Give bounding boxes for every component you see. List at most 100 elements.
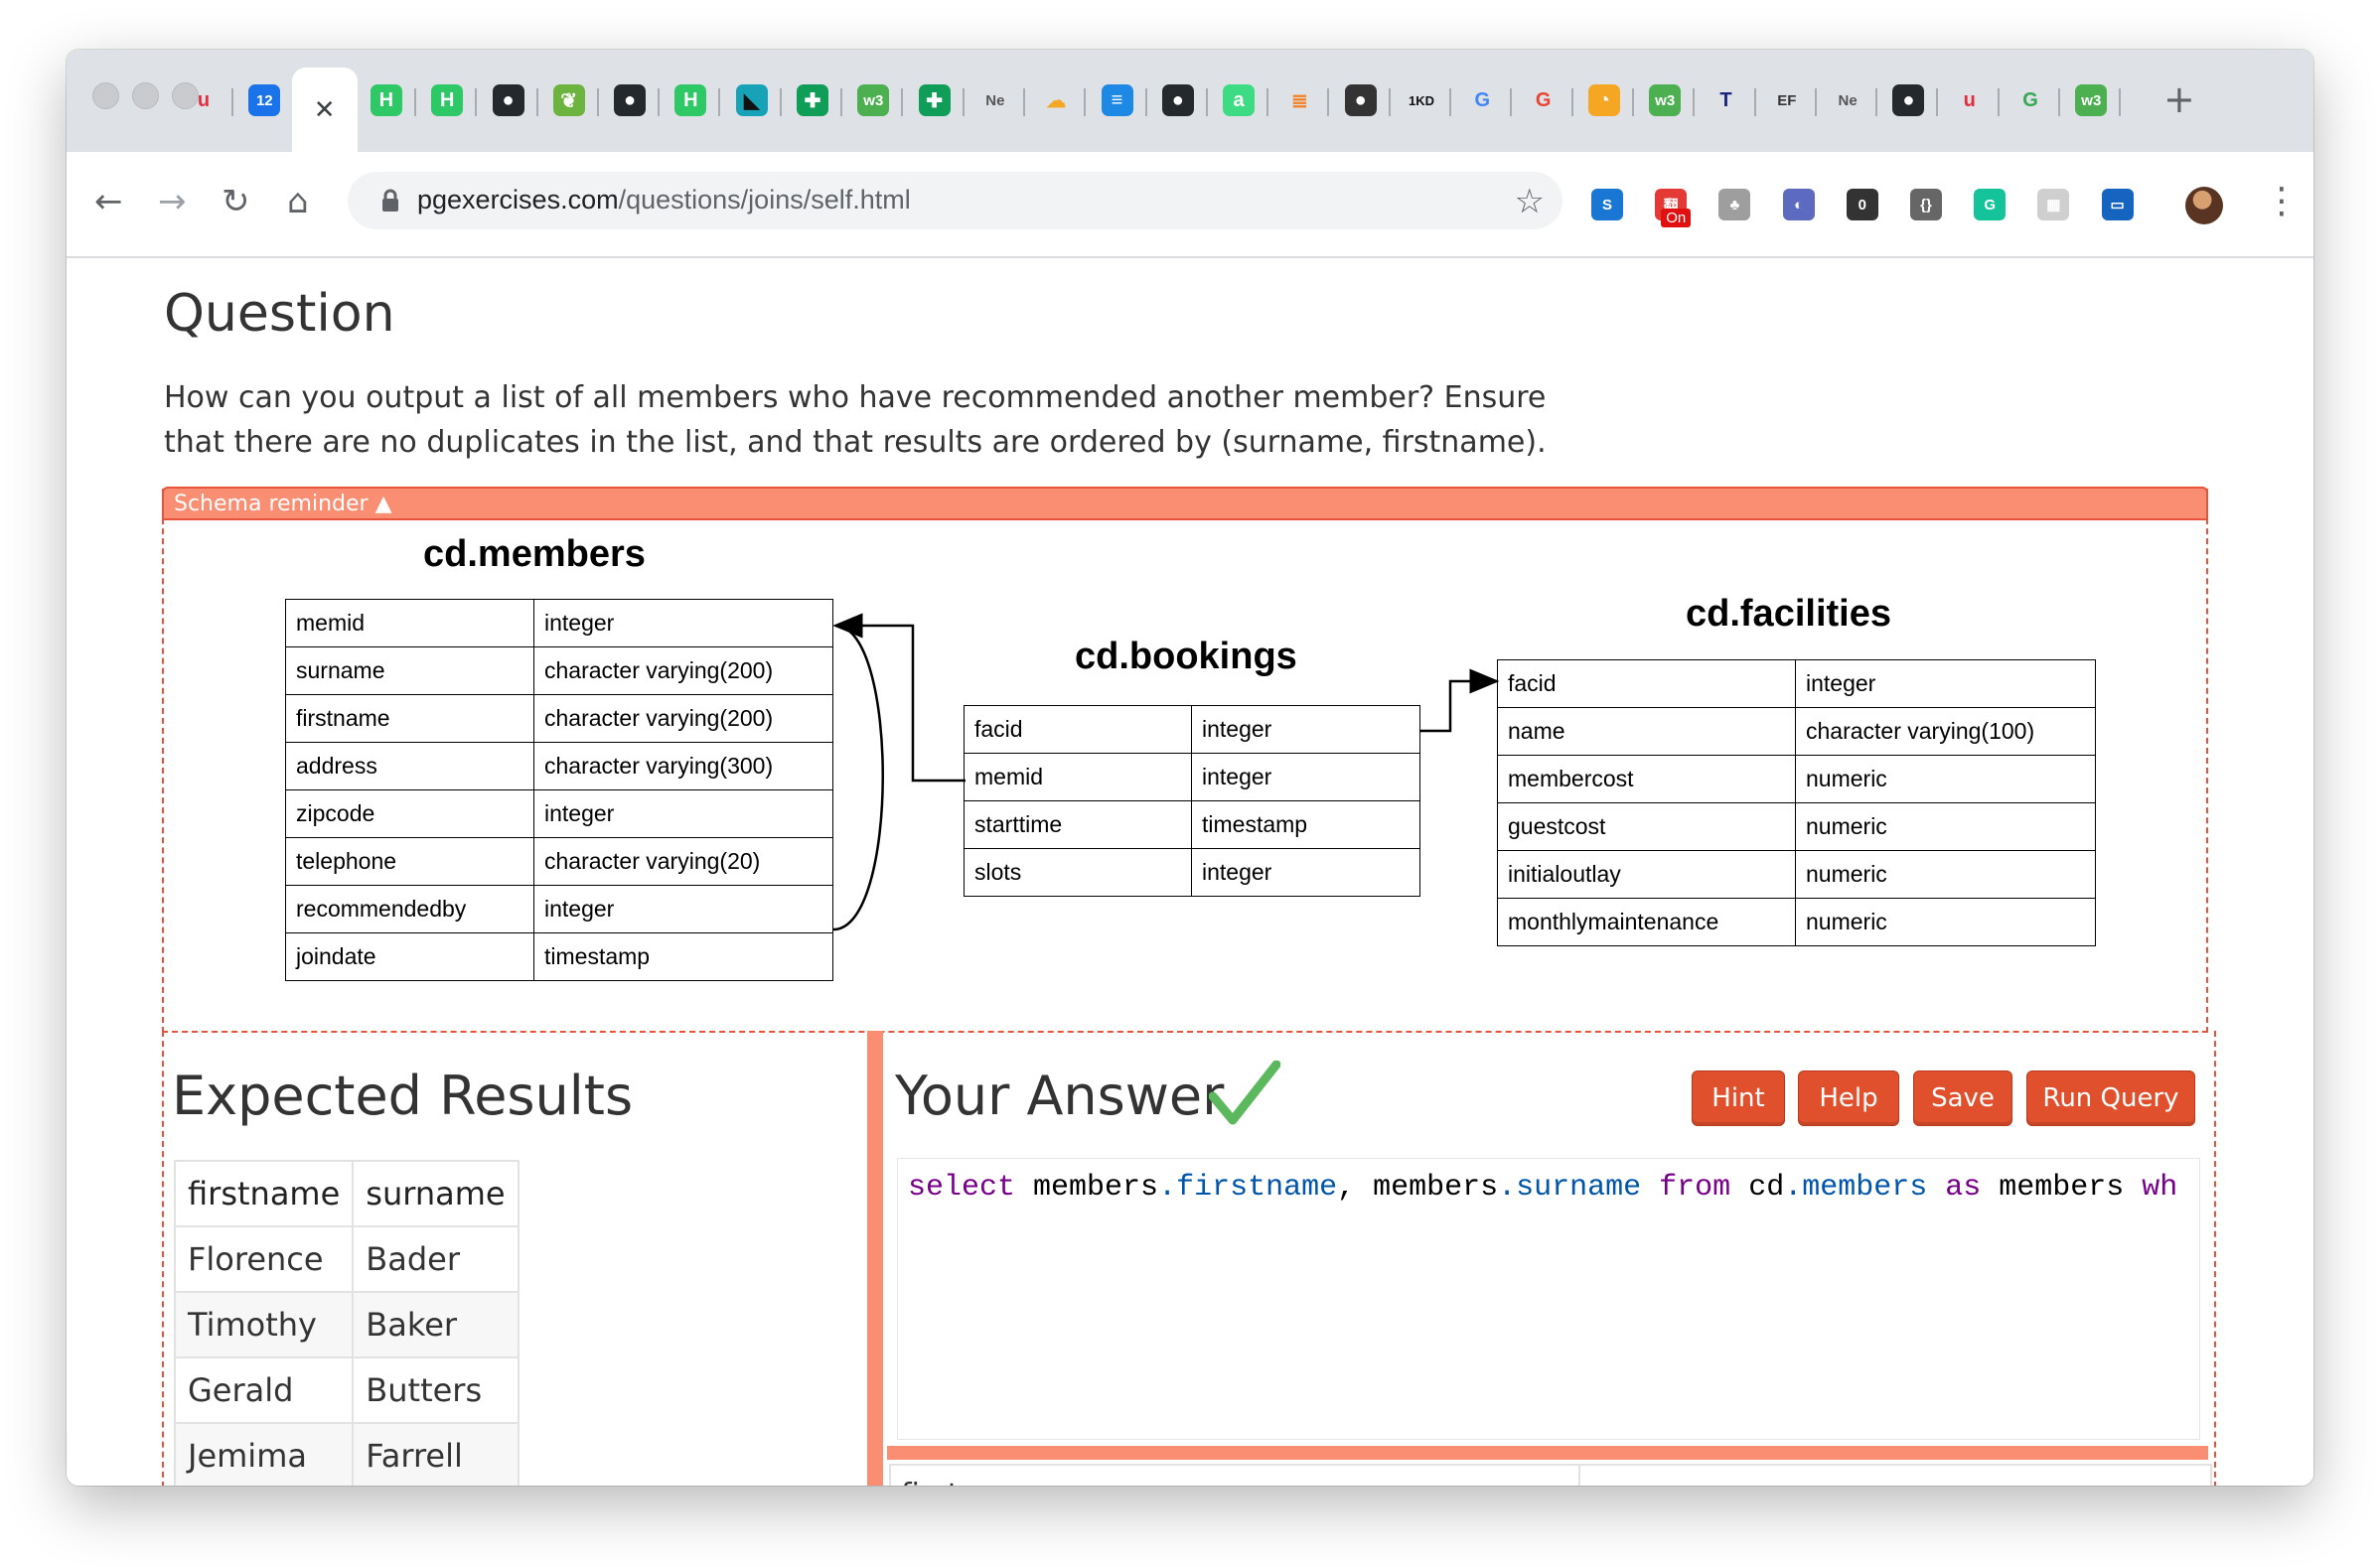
- browser-tab[interactable]: ●: [1878, 71, 1939, 129]
- sql-property: .surname: [1498, 1171, 1642, 1205]
- browser-tab[interactable]: H: [357, 71, 416, 129]
- help-button[interactable]: Help: [1798, 1070, 1899, 1126]
- browser-tab[interactable]: G: [1452, 71, 1513, 129]
- hint-button[interactable]: Hint: [1692, 1070, 1785, 1126]
- translate-extension-icon[interactable]: 翻 On: [1655, 189, 1692, 227]
- github-icon: ●: [1892, 84, 1925, 116]
- w3schools-icon: w3: [1649, 84, 1682, 116]
- browser-tab[interactable]: Ne: [1818, 71, 1878, 129]
- reload-icon[interactable]: ↻: [222, 182, 250, 221]
- browser-tab[interactable]: H: [661, 71, 721, 129]
- hackerrank-icon: H: [370, 84, 402, 116]
- sql-code-line[interactable]: select members.firstname, members.surnam…: [908, 1171, 2177, 1205]
- tab-separator: [1753, 88, 1756, 116]
- tab-strip: u 12 ✕ H H ● ❦ ● H ◣ ✚ w3 ✚ Ne ☁ ≡ ● a ≣ ● 1KD G G ◔ w3 T EF Ne ● u Gw…: [67, 50, 2313, 152]
- bookings-facid-link: [1420, 668, 1500, 733]
- table-cell: Baker: [352, 1291, 520, 1358]
- browser-tab[interactable]: G: [2001, 71, 2060, 129]
- new-tab-button[interactable]: +: [2163, 79, 2195, 119]
- extension-badge: On: [1661, 209, 1692, 227]
- sql-editor[interactable]: select members.firstname, members.surnam…: [897, 1158, 2200, 1440]
- browser-tab[interactable]: G: [1514, 71, 1573, 129]
- tab-separator: [962, 88, 965, 116]
- browser-tab[interactable]: u: [1940, 71, 2000, 129]
- github-icon: ●: [1161, 84, 1194, 116]
- browser-tab[interactable]: ≡: [1088, 71, 1147, 129]
- profile-avatar[interactable]: [2185, 187, 2223, 224]
- table-row: Gerald Butters: [173, 1356, 520, 1424]
- browser-tab[interactable]: T: [1697, 71, 1756, 129]
- sql-text: , members: [1337, 1171, 1499, 1205]
- android-icon: a: [1223, 84, 1256, 116]
- close-icon[interactable]: ✕: [309, 94, 341, 126]
- browser-tab[interactable]: ≣: [1269, 71, 1330, 129]
- browser-tab[interactable]: ●: [600, 71, 661, 129]
- browser-tab[interactable]: H: [417, 71, 478, 129]
- browser-tab[interactable]: ●: [1148, 71, 1208, 129]
- w3schools-icon: w3: [2075, 84, 2108, 116]
- browser-tab[interactable]: ✚: [905, 71, 965, 129]
- save-button[interactable]: Save: [1913, 1070, 2012, 1126]
- browser-tab[interactable]: 1KD: [1392, 71, 1451, 129]
- tab-separator: [1144, 88, 1147, 116]
- hackerrank-icon: H: [674, 84, 707, 116]
- bookmark-star-icon[interactable]: ☆: [1515, 182, 1545, 221]
- browser-tab[interactable]: ☁: [1026, 71, 1087, 129]
- browser-tab[interactable]: ✚: [783, 71, 842, 129]
- tree-extension-icon[interactable]: ♣: [1718, 189, 1751, 220]
- browser-tab[interactable]: u: [174, 71, 233, 129]
- sql-text: cd: [1730, 1171, 1785, 1205]
- browser-tab[interactable]: w3: [843, 71, 904, 129]
- tab-separator: [475, 88, 478, 116]
- database-icon: ≡: [1101, 84, 1133, 116]
- browser-tab[interactable]: w3: [2061, 71, 2122, 129]
- browser-tab[interactable]: a: [1209, 71, 1269, 129]
- sql-text: members: [1981, 1171, 2143, 1205]
- table-row: Jemima Farrell: [173, 1422, 520, 1486]
- forward-icon[interactable]: →: [158, 182, 187, 221]
- w3schools-icon: w3: [857, 84, 890, 116]
- your-answer-title: Your Answer: [895, 1065, 1225, 1127]
- horizontal-splitter[interactable]: [887, 1446, 2208, 1460]
- browser-tab[interactable]: ◣: [722, 71, 782, 129]
- table-cell: Florence: [173, 1225, 355, 1293]
- sql-keyword: from: [1659, 1171, 1731, 1205]
- sql-keyword: select: [908, 1171, 1016, 1205]
- home-icon[interactable]: ⌂: [287, 182, 309, 221]
- tab-separator: [1570, 88, 1573, 116]
- lock-icon: [382, 189, 398, 212]
- close-window-button[interactable]: [92, 82, 119, 109]
- run-query-button[interactable]: Run Query: [2026, 1070, 2195, 1126]
- browser-tab[interactable]: ✕: [291, 68, 358, 152]
- minimize-window-button[interactable]: [132, 82, 159, 109]
- browser-tab[interactable]: w3: [1635, 71, 1696, 129]
- json-extension-icon[interactable]: {}: [1910, 189, 1942, 220]
- browser-tab[interactable]: ●: [479, 71, 538, 129]
- back-icon[interactable]: ←: [94, 182, 123, 221]
- circle-extension-icon[interactable]: ◐: [1782, 189, 1815, 220]
- vertical-splitter[interactable]: [867, 1031, 883, 1486]
- ef-icon: EF: [1777, 91, 1797, 109]
- s-extension-icon[interactable]: S: [1591, 189, 1623, 220]
- browser-tab[interactable]: 12: [234, 71, 295, 129]
- recommendedby-link: [832, 613, 884, 931]
- table-cell: Timothy: [173, 1291, 355, 1358]
- menu-kebab-icon[interactable]: ⋮: [2264, 178, 2300, 225]
- card-extension-icon[interactable]: ▭: [2101, 189, 2134, 220]
- grammarly-icon[interactable]: G: [1974, 189, 2007, 220]
- table-cell: Bader: [352, 1225, 520, 1293]
- zero-extension-icon[interactable]: 0: [1846, 189, 1878, 220]
- browser-tab[interactable]: ◔: [1574, 71, 1634, 129]
- address-bar[interactable]: pgexercises.com/questions/joins/self.htm…: [348, 172, 1562, 229]
- browser-tab[interactable]: Ne: [966, 71, 1025, 129]
- tab-separator: [2119, 88, 2122, 116]
- tab-separator: [1814, 88, 1817, 116]
- new-tab-icon: Ne: [1838, 91, 1858, 109]
- grid-extension-icon[interactable]: ▦: [2037, 189, 2070, 220]
- relationship-lines: [832, 613, 1500, 931]
- browser-tab[interactable]: ❦: [539, 71, 599, 129]
- browser-tab[interactable]: ●: [1331, 71, 1391, 129]
- typography-icon: T: [1719, 88, 1732, 111]
- tab-separator: [413, 88, 416, 116]
- browser-tab[interactable]: EF: [1757, 71, 1817, 129]
